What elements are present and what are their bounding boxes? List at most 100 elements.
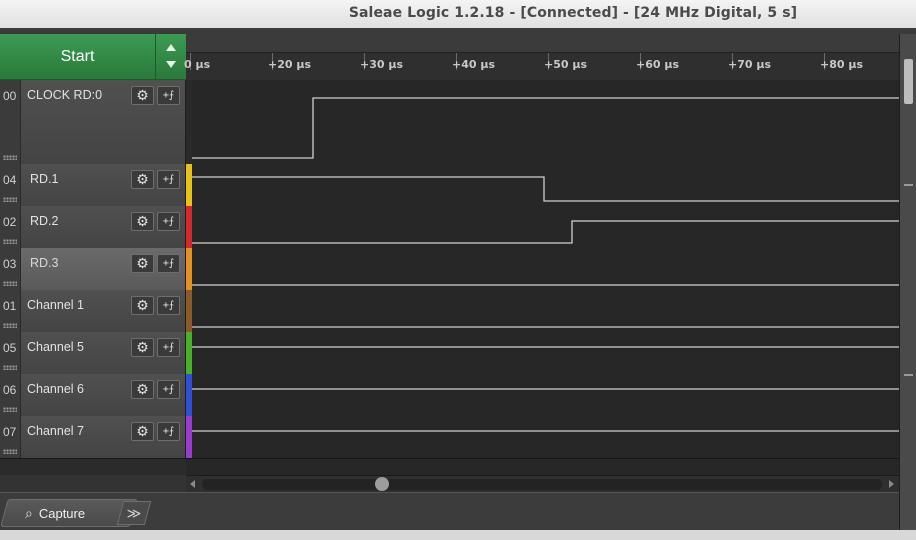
channel-label-panel[interactable]: 06 Channel 6 ⚙ +⨍ <box>0 374 186 416</box>
channel1-waveform <box>192 326 899 328</box>
channel-name[interactable]: Channel 1 <box>27 298 84 312</box>
channel-name[interactable]: CLOCK RD:0 <box>27 88 102 102</box>
scroll-thumb[interactable] <box>375 477 389 491</box>
drag-handle-icon[interactable] <box>3 281 17 286</box>
trigger-icon[interactable]: +⨍ <box>157 422 180 441</box>
trigger-icon[interactable]: +⨍ <box>157 380 180 399</box>
time-ruler[interactable]: 0 µs +20 µs +30 µs +40 µs +50 µs +60 µs … <box>184 34 899 81</box>
waveform-area[interactable] <box>192 290 899 332</box>
clock-waveform <box>192 97 899 159</box>
double-chevron-icon: ≫ <box>126 505 142 521</box>
bottom-panel: ⌕ Capture ≫ <box>0 492 899 531</box>
channel-label-panel[interactable]: 00 CLOCK RD:0 ⚙ +⨍ <box>0 80 186 164</box>
waveform-area[interactable] <box>192 416 899 458</box>
scroll-track[interactable] <box>202 479 882 490</box>
channel-number: 00 <box>3 89 17 103</box>
waveform-area[interactable] <box>192 164 899 206</box>
capture-tab-label: Capture <box>38 505 86 521</box>
more-tabs-button[interactable]: ≫ <box>116 501 152 525</box>
channel-label-panel[interactable]: 03 RD.3 ⚙ +⨍ <box>0 248 186 290</box>
start-options-button[interactable] <box>155 34 186 80</box>
ruler-tick-label: 0 µs <box>184 58 211 71</box>
window-title: Saleae Logic 1.2.18 - [Connected] - [24 … <box>348 5 798 21</box>
status-bar <box>0 530 916 540</box>
channel-label-panel[interactable]: 01 Channel 1 ⚙ +⨍ <box>0 290 186 332</box>
channel-row: 04 RD.1 ⚙ +⨍ <box>0 164 899 207</box>
ruler-tick-label: +50 µs <box>544 58 587 71</box>
vertical-scrollbar[interactable] <box>899 34 916 530</box>
waveform-area[interactable] <box>192 374 899 416</box>
channel-number: 07 <box>3 425 17 439</box>
channel-row-selected: 03 RD.3 ⚙ +⨍ <box>0 248 899 291</box>
gear-icon[interactable]: ⚙ <box>131 254 154 273</box>
trigger-icon[interactable]: +⨍ <box>157 338 180 357</box>
channel-label-panel[interactable]: 02 RD.2 ⚙ +⨍ <box>0 206 186 248</box>
start-button-label: Start <box>60 47 95 65</box>
channel-row: 01 Channel 1 ⚙ +⨍ <box>0 290 899 333</box>
channel-number-cell: 02 <box>0 206 21 248</box>
trigger-icon[interactable]: +⨍ <box>157 254 180 273</box>
ruler-tick-label: +20 µs <box>268 58 311 71</box>
channel-name[interactable]: RD.3 <box>30 256 58 270</box>
search-icon: ⌕ <box>25 504 33 521</box>
ruler-tick-label: +60 µs <box>636 58 679 71</box>
gear-icon[interactable]: ⚙ <box>131 380 154 399</box>
waveform-area[interactable] <box>192 248 899 290</box>
channel-label-panel[interactable]: 05 Channel 5 ⚙ +⨍ <box>0 332 186 374</box>
horizontal-scrollbar[interactable] <box>186 475 899 493</box>
ruler-tick-label: +40 µs <box>452 58 495 71</box>
channel-name[interactable]: Channel 5 <box>27 340 84 354</box>
channel-name[interactable]: RD.1 <box>30 172 58 186</box>
ruler-tick-label: +80 µs <box>820 58 863 71</box>
channel-number: 05 <box>3 341 17 355</box>
gear-icon[interactable]: ⚙ <box>131 422 154 441</box>
channel-number-cell: 04 <box>0 164 21 206</box>
drag-handle-icon[interactable] <box>3 407 17 412</box>
waveform-area[interactable] <box>192 332 899 374</box>
scrollbar-divider <box>904 374 913 376</box>
gear-icon[interactable]: ⚙ <box>131 212 154 231</box>
trigger-icon[interactable]: +⨍ <box>157 170 180 189</box>
scroll-right-icon[interactable] <box>889 480 894 488</box>
channel-row: 00 CLOCK RD:0 ⚙ +⨍ <box>0 80 899 165</box>
gear-icon[interactable]: ⚙ <box>131 338 154 357</box>
waveform-area[interactable] <box>192 206 899 248</box>
channel-label-panel[interactable]: 04 RD.1 ⚙ +⨍ <box>0 164 186 206</box>
channel-label-panel[interactable]: 07 Channel 7 ⚙ +⨍ <box>0 416 186 458</box>
channel-number-cell: 06 <box>0 374 21 416</box>
trigger-icon[interactable]: +⨍ <box>157 212 180 231</box>
chevron-up-icon <box>166 44 176 51</box>
gear-icon[interactable]: ⚙ <box>131 86 154 105</box>
drag-handle-icon[interactable] <box>3 239 17 244</box>
gear-icon[interactable]: ⚙ <box>131 296 154 315</box>
drag-handle-icon[interactable] <box>3 323 17 328</box>
trigger-icon[interactable]: +⨍ <box>157 296 180 315</box>
channel7-waveform <box>192 430 899 432</box>
ruler-tick-label: +70 µs <box>728 58 771 71</box>
channel-name[interactable]: RD.2 <box>30 214 58 228</box>
vertical-scroll-thumb[interactable] <box>904 59 913 104</box>
channel-row: 07 Channel 7 ⚙ +⨍ <box>0 416 899 459</box>
drag-handle-icon[interactable] <box>3 155 17 160</box>
channel-row: 05 Channel 5 ⚙ +⨍ <box>0 332 899 375</box>
channel-number-cell: 00 <box>0 80 21 164</box>
gear-icon[interactable]: ⚙ <box>131 170 154 189</box>
scroll-left-icon[interactable] <box>190 480 195 488</box>
waveform-area[interactable] <box>192 80 899 164</box>
channel-number: 03 <box>3 257 17 271</box>
drag-handle-icon[interactable] <box>3 197 17 202</box>
channel-number-cell: 05 <box>0 332 21 374</box>
ruler-tick-label: +30 µs <box>360 58 403 71</box>
start-button[interactable]: Start <box>0 34 155 80</box>
drag-handle-icon[interactable] <box>3 365 17 370</box>
trigger-icon[interactable]: +⨍ <box>157 86 180 105</box>
channel6-waveform <box>192 388 899 390</box>
drag-handle-icon[interactable] <box>3 449 17 454</box>
chevron-down-icon <box>166 61 176 68</box>
rd2-waveform <box>192 220 899 244</box>
channel-name[interactable]: Channel 7 <box>27 424 84 438</box>
channel-number: 04 <box>3 173 17 187</box>
channel-list: 00 CLOCK RD:0 ⚙ +⨍ 04 RD.1 ⚙ +⨍ 02 RD.2 … <box>0 80 899 459</box>
rd1-waveform <box>192 176 899 202</box>
channel-name[interactable]: Channel 6 <box>27 382 84 396</box>
